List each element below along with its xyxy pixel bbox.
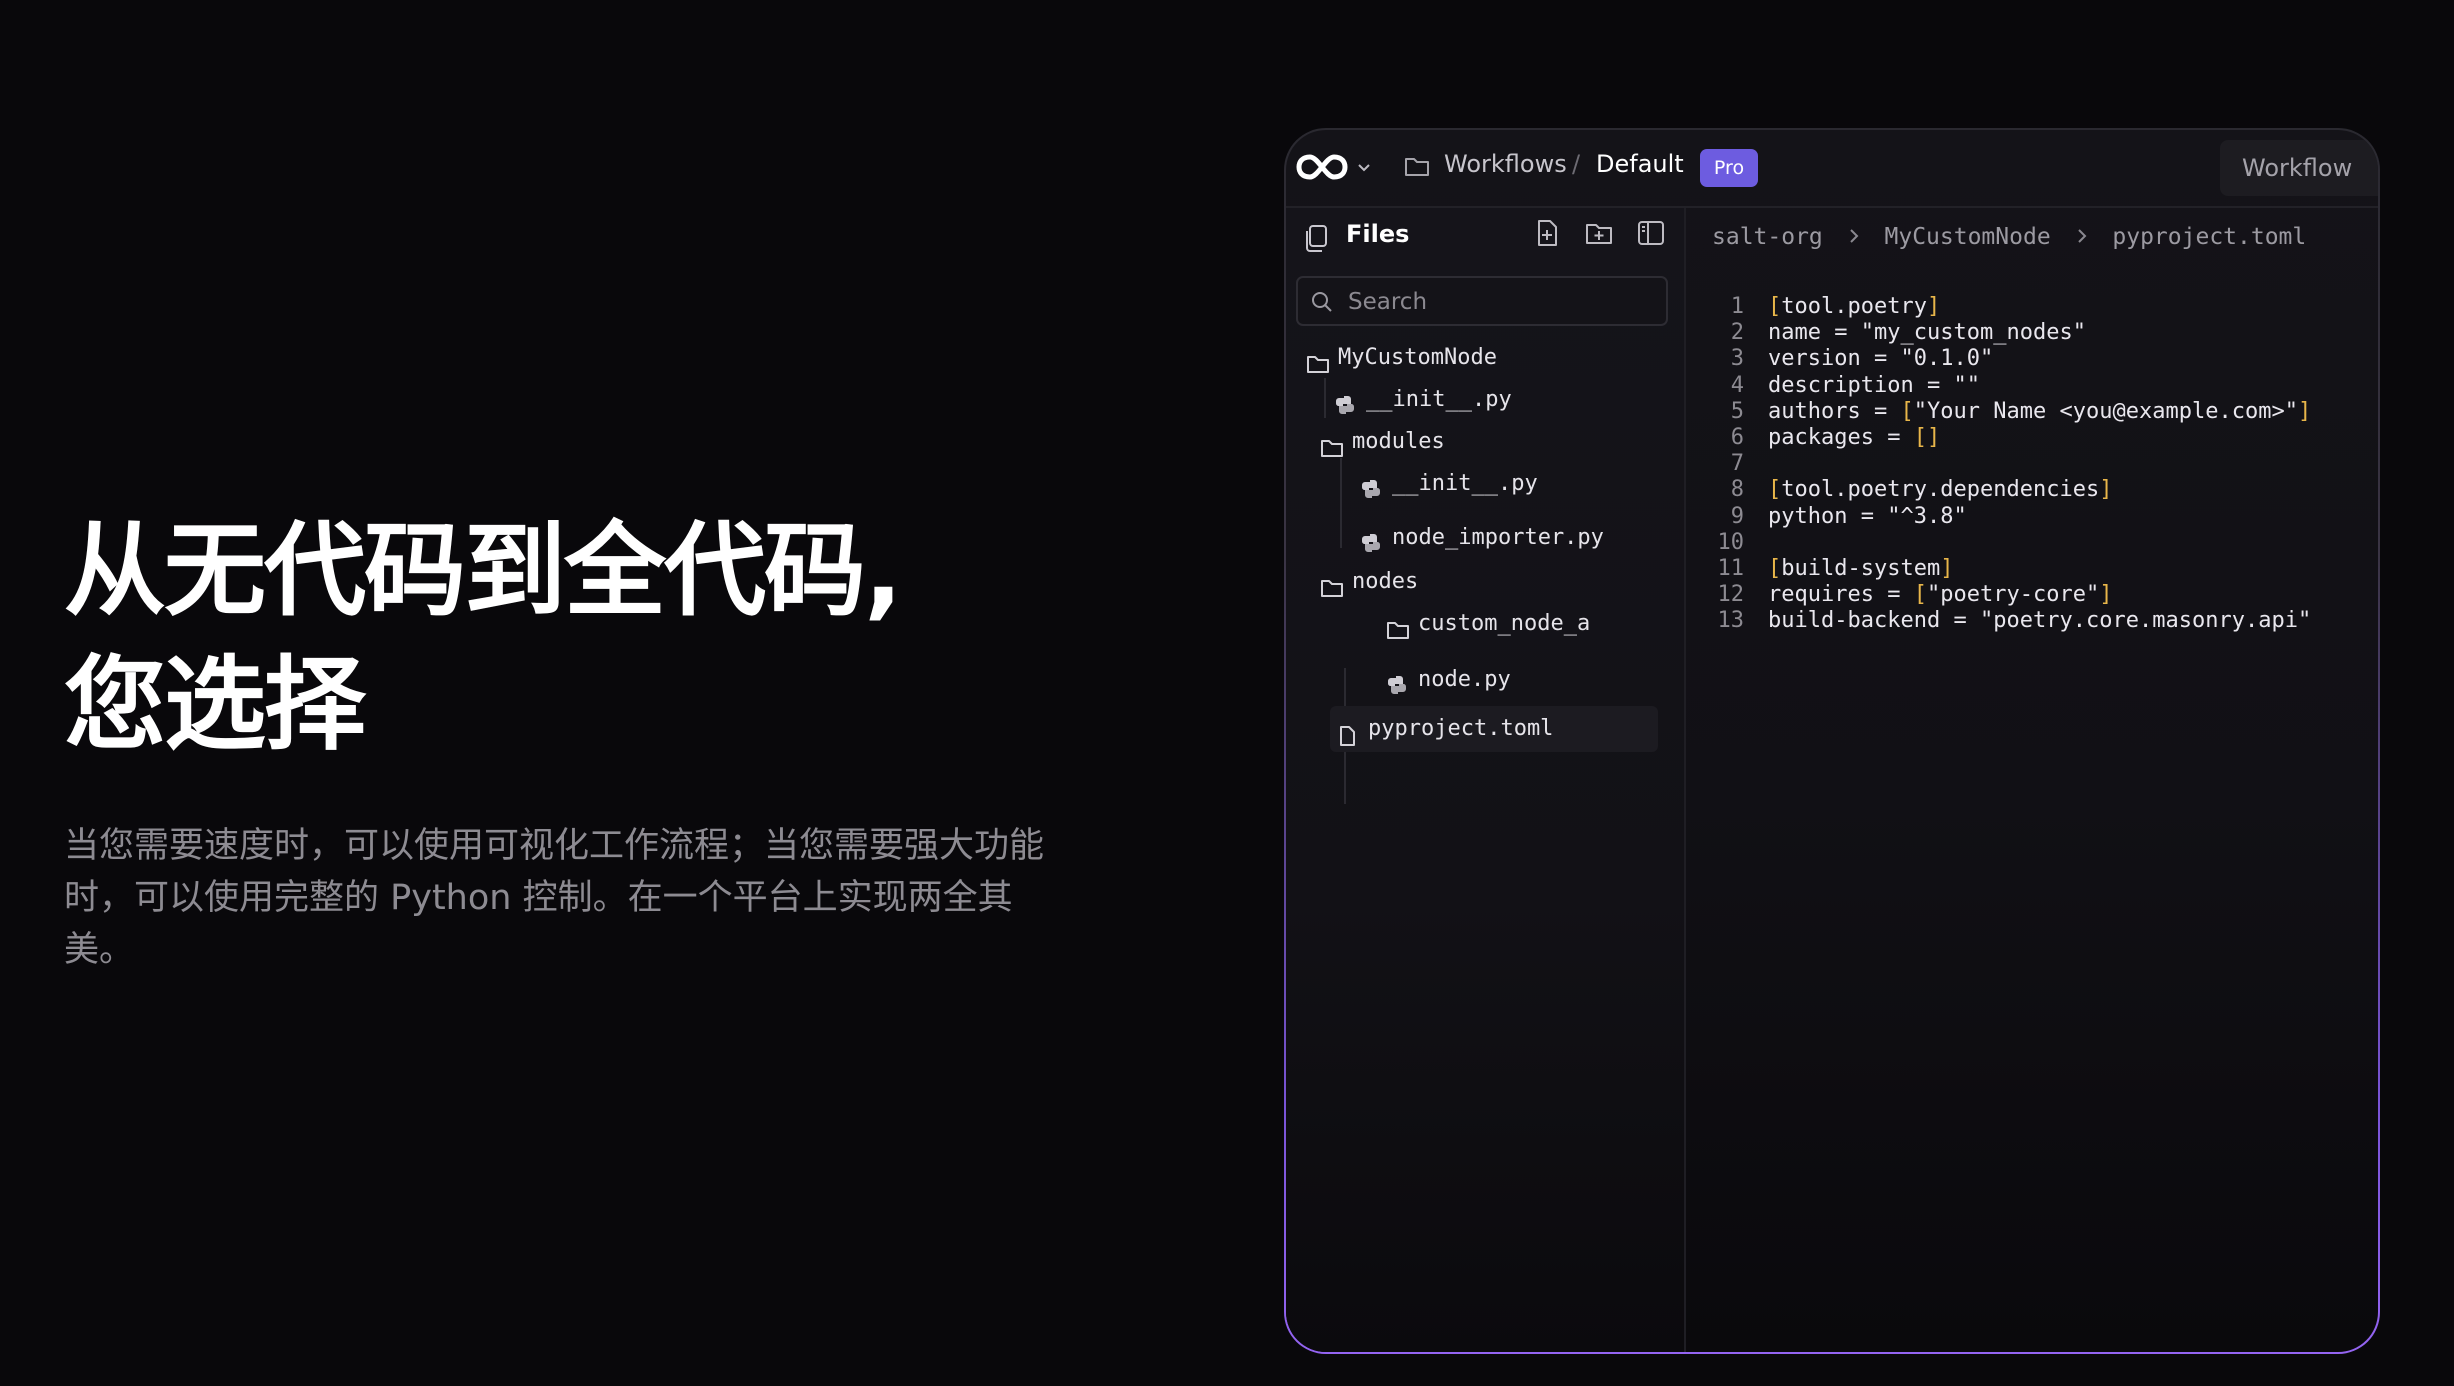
code-line: 2 name = "my_custom_nodes" [1700,320,2311,346]
code-text: requires = ["poetry-core"] [1768,582,2113,608]
code-line: 10 [1700,530,2311,556]
code-line: 11 [build-system] [1700,556,2311,582]
file-icon [1338,718,1356,764]
code-line: 8 [tool.poetry.dependencies] [1700,477,2311,503]
files-icon [1302,224,1330,258]
tree-item-label: pyproject.toml [1368,716,1554,741]
python-icon [1360,474,1382,514]
tree-item-label: node.py [1418,667,1511,692]
code-line: 9 python = "^3.8" [1700,504,2311,530]
path-segment[interactable]: salt-org [1712,224,1823,250]
code-area[interactable]: 1 [tool.poetry] 2 name = "my_custom_nodes" 3… [1700,294,2312,635]
tree-item-label: modules [1352,429,1445,454]
search-box[interactable] [1296,276,1668,326]
top-bar: Workflows / Default Pro Workflow [1286,130,2378,208]
new-file-icon[interactable] [1532,218,1562,252]
code-text: description = "" [1768,372,1980,398]
code-text: version = "0.1.0" [1768,346,1994,372]
line-number: 12 [1717,582,1745,608]
hero-title-line-1: 从无代码到全代码, [64,512,903,631]
path-segment: pyproject.toml [2112,224,2307,250]
line-number: 6 [1730,425,1744,451]
code-text: python = "^3.8" [1768,503,1967,529]
python-icon [1386,670,1408,710]
code-text: build-backend = "poetry.core.masonry.api… [1768,608,2312,634]
line-number: 10 [1717,529,1745,555]
hero-title: 从无代码到全代码, 您选择 [64,505,1064,773]
code-line: 12 requires = ["poetry-core"] [1700,582,2311,608]
folder-icon [1386,614,1410,654]
search-icon [1310,290,1334,318]
code-line: 7 [1700,451,2311,477]
hero-description: 当您需要速度时，可以使用可视化工作流程；当您需要强大功能时，可以使用完整的 Py… [64,826,1045,970]
new-folder-icon[interactable] [1584,218,1614,252]
line-number: 4 [1730,372,1744,398]
files-title: Files [1346,220,1410,248]
tree-item-label: __init__.py [1392,471,1538,496]
code-text: [build-system] [1768,556,1954,582]
folder-icon [1404,154,1430,182]
line-number: 5 [1730,398,1744,424]
code-text: authors = ["Your Name <you@example.com>"… [1768,398,2312,424]
code-line: 13 build-backend = "poetry.core.masonry.a… [1700,608,2312,634]
folder-icon [1306,348,1330,388]
tree-item-pyproject-toml[interactable]: pyproject.toml [1330,706,1658,752]
tree-item-label: MyCustomNode [1338,345,1497,370]
tree-item-label: __init__.py [1366,387,1512,412]
tree-item-label: node_importer.py [1392,525,1604,550]
breadcrumb-workflows[interactable]: Workflows [1444,150,1567,178]
line-number: 8 [1730,477,1744,503]
code-line: 4 description = "" [1700,373,2311,399]
pro-badge: Pro [1700,149,1758,187]
line-number: 2 [1730,320,1744,346]
tree-item-label: nodes [1352,569,1419,594]
code-text: name = "my_custom_nodes" [1768,320,2086,346]
line-number: 11 [1717,556,1745,582]
infinity-logo-icon[interactable] [1296,148,1348,190]
hero-title-line-2: 您选择 [64,646,366,765]
line-number: 1 [1730,294,1744,319]
toggle-panel-icon[interactable] [1636,218,1666,252]
code-line: 1 [tool.poetry] [1700,294,2311,320]
code-text: packages = [] [1768,425,1941,451]
line-number: 13 [1717,608,1745,634]
code-editor[interactable]: salt-org MyCustomNode pyproject.toml 1 [t… [1686,208,2378,1352]
workflow-button[interactable]: Workflow [2220,140,2378,196]
line-number: 9 [1730,503,1744,529]
breadcrumb-separator: / [1572,150,1581,178]
search-input[interactable] [1346,284,1660,320]
chevron-right-icon [1847,224,1861,250]
path-segment[interactable]: MyCustomNode [1885,224,2051,250]
file-path: salt-org MyCustomNode pyproject.toml [1712,224,2306,250]
code-text: [tool.poetry] [1768,294,1941,319]
app-window: Workflows / Default Pro Workflow Files S… [1284,128,2380,1354]
code-line: 5 authors = ["Your Name <you@example.com>… [1700,398,2312,425]
code-line: 6 packages = [] [1700,425,2311,451]
folder-icon [1320,572,1344,612]
folder-icon [1320,432,1344,472]
breadcrumb-default[interactable]: Default [1596,150,1684,178]
code-text: [tool.poetry.dependencies] [1768,477,2113,503]
chevron-down-icon[interactable] [1356,160,1372,180]
chevron-right-icon [2075,224,2089,250]
line-number: 7 [1730,451,1744,477]
code-line: 3 version = "0.1.0" [1700,346,2311,372]
file-sidebar: Files Search MyCustomNode __init__.py mo… [1286,208,1686,1352]
tree-item-label: custom_node_a [1418,611,1591,636]
line-number: 3 [1730,346,1744,372]
